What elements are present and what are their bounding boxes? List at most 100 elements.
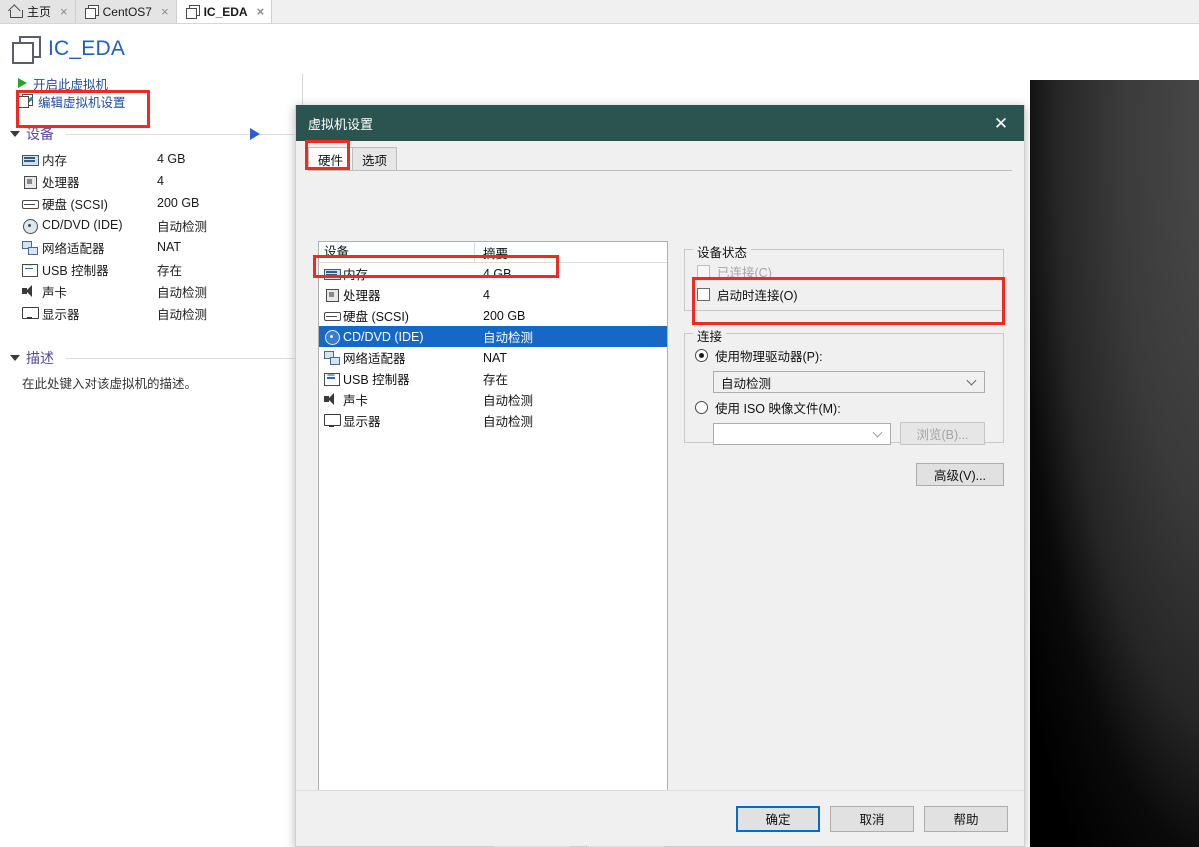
list-item[interactable]: 硬盘 (SCSI) 200 GB <box>0 192 302 214</box>
ok-button-label: 确定 <box>765 809 790 828</box>
edit-vm-settings-action[interactable]: 编辑虚拟机设置 <box>0 92 302 110</box>
physical-drive-select[interactable]: 自动检测 <box>713 371 985 393</box>
connection-group: 连接 使用物理驱动器(P): 自动检测 使用 ISO 映像文件(M): <box>684 333 1004 443</box>
use-physical-drive-radio-row[interactable]: 使用物理驱动器(P): <box>695 346 823 365</box>
vm-icon <box>85 5 98 18</box>
table-row[interactable]: 内存 4 GB <box>319 263 667 284</box>
list-item[interactable]: 声卡 自动检测 <box>0 280 302 302</box>
help-button-label: 帮助 <box>953 809 978 828</box>
device-name: 处理器 <box>42 172 80 191</box>
device-name: USB 控制器 <box>42 260 109 279</box>
connect-at-power-on-label: 启动时连接(O) <box>717 285 798 304</box>
description-section-title: 描述 <box>26 348 54 368</box>
table-row[interactable]: 声卡 自动检测 <box>319 389 667 410</box>
device-name: CD/DVD (IDE) <box>42 218 123 232</box>
play-icon <box>18 78 27 88</box>
tab-hardware-label: 硬件 <box>318 150 343 169</box>
table-row[interactable]: 处理器 4 <box>319 284 667 305</box>
home-icon <box>9 5 22 18</box>
iso-path-select[interactable] <box>713 423 891 445</box>
cell-device: 显示器 <box>343 411 381 430</box>
close-icon[interactable]: ✕ <box>978 105 1024 141</box>
cell-device: CD/DVD (IDE) <box>343 330 424 344</box>
device-value: 存在 <box>157 260 182 279</box>
device-value: 4 GB <box>157 152 186 166</box>
column-header-device: 设备 <box>319 242 475 263</box>
cpu-icon <box>324 288 339 301</box>
hardware-device-table[interactable]: 设备 摘要 内存 4 GB 处理器 4 硬盘 (SCSI) 200 GB CD/… <box>318 241 668 836</box>
cancel-button-label: 取消 <box>859 809 884 828</box>
dialog-body: 设备 摘要 内存 4 GB 处理器 4 硬盘 (SCSI) 200 GB CD/… <box>296 171 1024 811</box>
use-iso-image-radio-row[interactable]: 使用 ISO 映像文件(M): <box>695 398 841 417</box>
vm-summary-panel: 开启此虚拟机 编辑虚拟机设置 设备 内存 4 GB 处理器 4 硬盘 (SCSI… <box>0 74 303 847</box>
tab-ic-eda-close-icon[interactable]: × <box>257 5 265 18</box>
dialog-tab-bar: 硬件 选项 <box>296 141 1024 171</box>
connected-checkbox-row[interactable]: 已连接(C) <box>697 262 772 281</box>
list-item[interactable]: 显示器 自动检测 <box>0 302 302 324</box>
connect-at-power-on-checkbox[interactable] <box>697 288 710 301</box>
table-row[interactable]: 硬盘 (SCSI) 200 GB <box>319 305 667 326</box>
list-item[interactable]: CD/DVD (IDE) 自动检测 <box>0 214 302 236</box>
table-row[interactable]: USB 控制器 存在 <box>319 368 667 389</box>
memory-icon <box>324 267 339 280</box>
device-status-group-label: 设备状态 <box>693 242 751 261</box>
cell-summary: 4 GB <box>475 267 512 281</box>
table-row[interactable]: 显示器 自动检测 <box>319 410 667 431</box>
list-item[interactable]: 处理器 4 <box>0 170 302 192</box>
tab-home-close-icon[interactable]: × <box>60 5 68 18</box>
device-value: NAT <box>157 240 181 254</box>
sound-icon <box>22 285 37 298</box>
display-icon <box>324 414 339 427</box>
device-name: 硬盘 (SCSI) <box>42 194 108 213</box>
tab-home[interactable]: 主页 × <box>0 0 76 23</box>
cancel-button[interactable]: 取消 <box>830 806 914 832</box>
use-iso-image-radio[interactable] <box>695 401 708 414</box>
help-button[interactable]: 帮助 <box>924 806 1008 832</box>
cell-device: USB 控制器 <box>343 369 410 388</box>
cell-device: 声卡 <box>343 390 368 409</box>
ok-button[interactable]: 确定 <box>736 806 820 832</box>
tab-strip-filler <box>272 0 1199 23</box>
page-title: IC_EDA <box>48 37 125 61</box>
description-text[interactable]: 在此处键入对该虚拟机的描述。 <box>0 373 302 392</box>
connect-at-power-on-checkbox-row[interactable]: 启动时连接(O) <box>697 285 798 304</box>
advanced-button-label: 高级(V)... <box>934 465 986 484</box>
tab-home-label: 主页 <box>27 3 51 20</box>
chevron-down-icon <box>967 376 977 386</box>
power-on-vm-action[interactable]: 开启此虚拟机 <box>0 74 302 92</box>
device-name: 内存 <box>42 150 67 169</box>
expand-arrow-icon[interactable] <box>250 128 260 140</box>
table-row-cd-dvd-selected[interactable]: CD/DVD (IDE) 自动检测 <box>319 326 667 347</box>
tab-centos7-label: CentOS7 <box>103 5 152 19</box>
tab-ic-eda-label: IC_EDA <box>204 5 248 19</box>
page-title-bar: IC_EDA <box>0 24 303 74</box>
device-value: 自动检测 <box>157 304 207 323</box>
chevron-down-icon[interactable] <box>10 131 20 137</box>
edit-vm-settings-label: 编辑虚拟机设置 <box>38 92 126 111</box>
usb-icon <box>22 263 37 276</box>
advanced-button[interactable]: 高级(V)... <box>916 463 1004 486</box>
list-item[interactable]: 网络适配器 NAT <box>0 236 302 258</box>
cpu-icon <box>22 175 37 188</box>
window-tab-strip: 主页 × CentOS7 × IC_EDA × <box>0 0 1199 24</box>
dialog-title-bar: 虚拟机设置 ✕ <box>296 105 1024 141</box>
description-section-header[interactable]: 描述 <box>0 348 302 368</box>
chevron-down-icon[interactable] <box>10 355 20 361</box>
tab-options-label: 选项 <box>362 150 387 169</box>
network-icon <box>22 241 37 254</box>
vm-desktop-preview[interactable] <box>1030 80 1199 847</box>
list-item[interactable]: 内存 4 GB <box>0 148 302 170</box>
tab-hardware[interactable]: 硬件 <box>308 147 353 171</box>
tab-options[interactable]: 选项 <box>352 147 397 171</box>
list-item[interactable]: USB 控制器 存在 <box>0 258 302 280</box>
use-physical-drive-radio[interactable] <box>695 349 708 362</box>
browse-button[interactable]: 浏览(B)... <box>900 422 985 445</box>
harddisk-icon <box>22 197 37 210</box>
table-row[interactable]: 网络适配器 NAT <box>319 347 667 368</box>
device-status-group: 设备状态 已连接(C) 启动时连接(O) <box>684 249 1004 311</box>
tab-centos7-close-icon[interactable]: × <box>161 5 169 18</box>
device-value: 自动检测 <box>157 216 207 235</box>
tab-ic-eda[interactable]: IC_EDA × <box>177 0 273 23</box>
table-header-row: 设备 摘要 <box>319 242 667 263</box>
tab-centos7[interactable]: CentOS7 × <box>76 0 177 23</box>
